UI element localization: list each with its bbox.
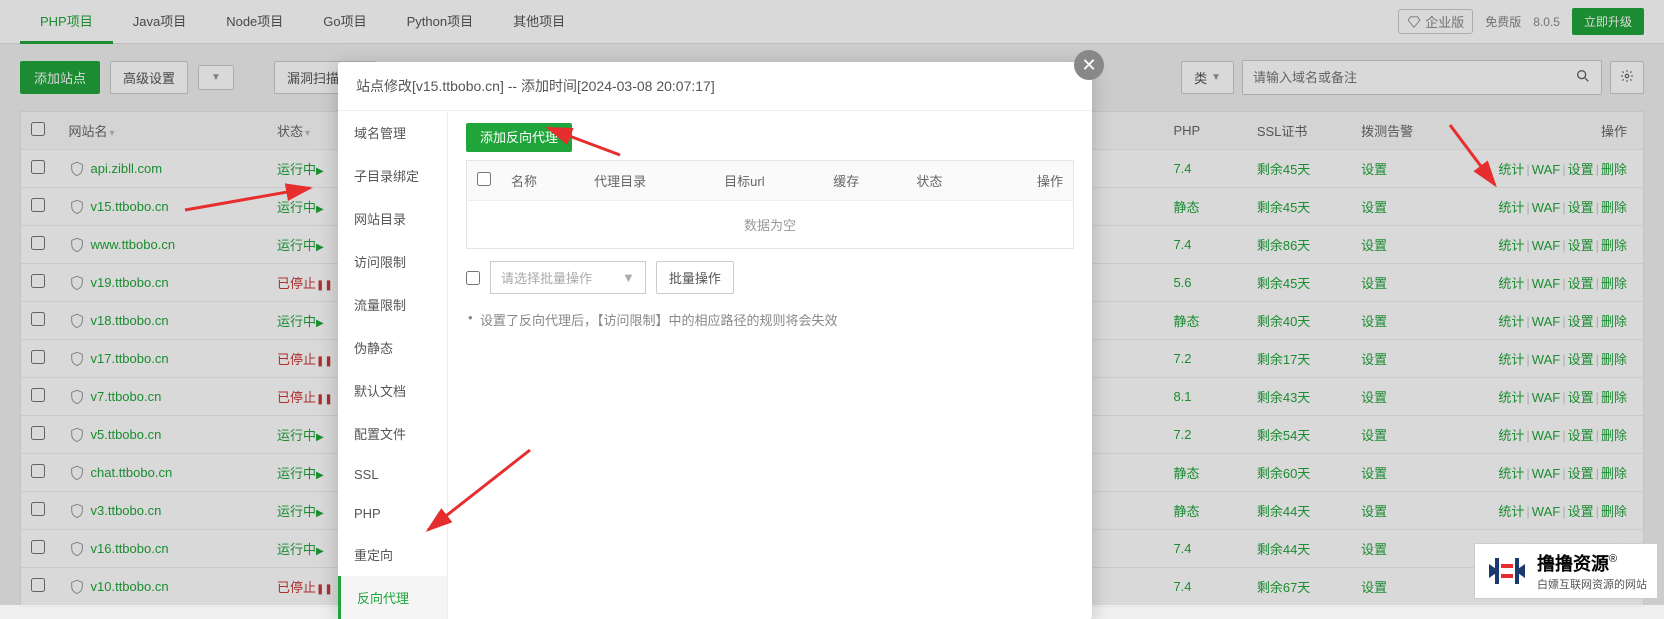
proxy-col-cache: 缓存 <box>823 161 906 201</box>
side-item-7[interactable]: 配置文件 <box>338 412 447 455</box>
modal-title: 站点修改[v15.ttbobo.cn] -- 添加时间[2024-03-08 2… <box>338 62 1092 111</box>
side-item-3[interactable]: 访问限制 <box>338 240 447 283</box>
proxy-col-status: 状态 <box>906 161 989 201</box>
proxy-col-name: 名称 <box>501 161 584 201</box>
side-item-6[interactable]: 默认文档 <box>338 369 447 412</box>
batch-row: 请选择批量操作 ▼ 批量操作 <box>466 261 1074 294</box>
batch-checkbox[interactable] <box>466 271 480 285</box>
side-item-10[interactable]: 重定向 <box>338 533 447 576</box>
modal-content: 添加反向代理 名称 代理目录 目标url 缓存 状态 操作 数据为空 <box>448 111 1092 619</box>
side-item-2[interactable]: 网站目录 <box>338 197 447 240</box>
batch-select[interactable]: 请选择批量操作 ▼ <box>490 261 646 294</box>
side-item-0[interactable]: 域名管理 <box>338 111 447 154</box>
watermark-logo-icon <box>1485 554 1529 588</box>
watermark-title: 撸撸资源 <box>1537 554 1609 574</box>
proxy-note: 设置了反向代理后，【访问限制】中的相应路径的规则将会失效 <box>466 310 1074 329</box>
side-item-8[interactable]: SSL <box>338 455 447 494</box>
batch-action-button[interactable]: 批量操作 <box>656 261 734 294</box>
close-icon[interactable]: ✕ <box>1074 50 1104 80</box>
side-item-11[interactable]: 反向代理 <box>338 576 447 619</box>
modal-side-menu: 域名管理子目录绑定网站目录访问限制流量限制伪静态默认文档配置文件SSLPHP重定… <box>338 111 448 619</box>
proxy-table: 名称 代理目录 目标url 缓存 状态 操作 数据为空 <box>466 160 1074 249</box>
side-item-9[interactable]: PHP <box>338 494 447 533</box>
site-edit-modal: ✕ 站点修改[v15.ttbobo.cn] -- 添加时间[2024-03-08… <box>338 62 1092 619</box>
proxy-select-all-checkbox[interactable] <box>477 172 491 186</box>
chevron-down-icon: ▼ <box>622 270 635 285</box>
proxy-col-dir: 代理目录 <box>584 161 714 201</box>
side-item-5[interactable]: 伪静态 <box>338 326 447 369</box>
watermark: 撸撸资源® 白嫖互联网资源的网站 <box>1474 543 1658 599</box>
proxy-col-target: 目标url <box>714 161 823 201</box>
registered-icon: ® <box>1609 553 1617 565</box>
watermark-subtitle: 白嫖互联网资源的网站 <box>1537 576 1647 592</box>
proxy-empty-row: 数据为空 <box>467 201 1074 249</box>
batch-placeholder: 请选择批量操作 <box>501 268 592 287</box>
proxy-col-ops: 操作 <box>989 161 1073 201</box>
empty-text: 数据为空 <box>467 201 1074 249</box>
side-item-4[interactable]: 流量限制 <box>338 283 447 326</box>
side-item-1[interactable]: 子目录绑定 <box>338 154 447 197</box>
add-proxy-button[interactable]: 添加反向代理 <box>466 123 572 152</box>
